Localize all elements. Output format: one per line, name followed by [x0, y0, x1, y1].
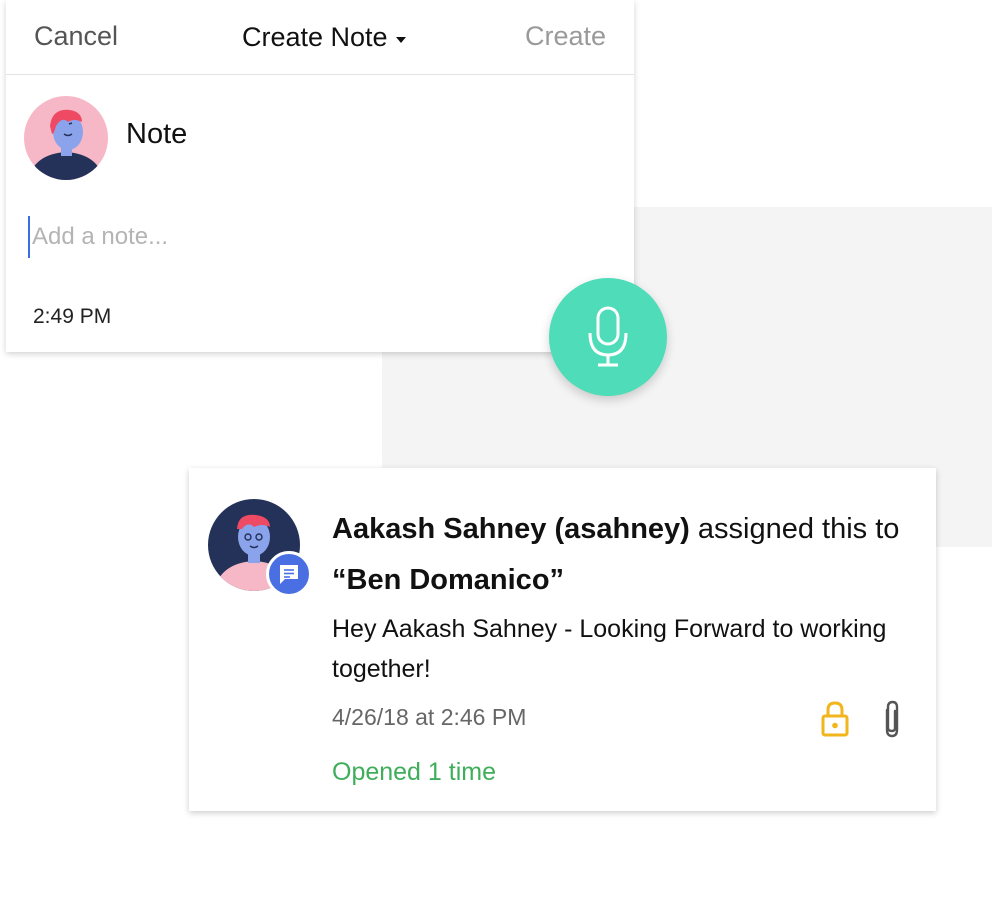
voice-note-button[interactable] [549, 278, 667, 396]
activity-message: Hey Aakash Sahney - Looking Forward to w… [332, 615, 887, 683]
paperclip-icon[interactable] [880, 698, 904, 740]
microphone-icon [588, 306, 628, 367]
activity-card: Aakash Sahney (asahney) assigned this to… [189, 468, 936, 811]
actor-name[interactable]: Aakash Sahney (asahney) [332, 513, 690, 545]
note-composer-header: Cancel Create Note Create [6, 0, 634, 75]
dropdown-title: Create Note [242, 22, 388, 52]
comment-icon [280, 565, 298, 584]
comment-badge [266, 551, 312, 597]
lock-icon[interactable] [820, 700, 850, 738]
note-input[interactable] [28, 216, 594, 258]
cancel-button[interactable]: Cancel [34, 21, 118, 52]
activity-action: assigned this to [697, 513, 900, 545]
note-composer-card: Cancel Create Note Create Note 2:49 PM [6, 0, 634, 352]
activity-datetime: 4/26/18 at 2:46 PM [332, 704, 527, 730]
activity-heading: Aakash Sahney (asahney) assigned this to… [332, 504, 922, 606]
note-timestamp: 2:49 PM [33, 305, 112, 328]
note-type-label: Note [126, 118, 188, 150]
user-avatar [24, 96, 108, 180]
assignee-name[interactable]: “Ben Domanico” [332, 564, 564, 596]
opened-count: Opened 1 time [332, 758, 496, 786]
note-type-dropdown[interactable]: Create Note [242, 22, 406, 53]
create-button[interactable]: Create [525, 21, 606, 52]
caret-down-icon [395, 36, 406, 43]
